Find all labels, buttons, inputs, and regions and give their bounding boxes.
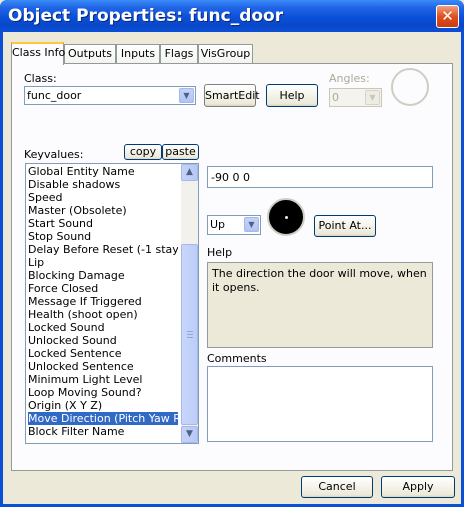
tab-inputs[interactable]: Inputs	[116, 44, 160, 64]
grip-line	[187, 337, 193, 338]
list-item-selected[interactable]: Move Direction (Pitch Yaw Roll)	[28, 412, 178, 425]
list-item[interactable]: Unlocked Sentence	[28, 360, 178, 373]
class-value: func_door	[27, 89, 82, 102]
angles-dial[interactable]	[391, 68, 429, 106]
scrollbar-thumb[interactable]	[181, 244, 198, 425]
list-item[interactable]: Speed	[28, 191, 178, 204]
value-field-text: -90 0 0	[211, 171, 250, 184]
object-properties-window: Object Properties: func_door ✕ Class Inf…	[0, 0, 464, 507]
title-bar[interactable]: Object Properties: func_door ✕	[0, 0, 464, 32]
angles-value: 0	[332, 91, 339, 104]
direction-dial[interactable]	[267, 198, 305, 236]
list-item[interactable]: Locked Sentence	[28, 347, 178, 360]
keyvalues-scrollbar[interactable]: ▲ ▼	[181, 164, 198, 443]
help-button[interactable]: Help	[266, 84, 318, 107]
tab-class-info[interactable]: Class Info	[11, 42, 65, 65]
cancel-button[interactable]: Cancel	[301, 476, 373, 498]
chevron-up-icon[interactable]: ▲	[181, 164, 198, 181]
list-item[interactable]: Global Entity Name	[28, 165, 178, 178]
keyvalues-label: Keyvalues:	[24, 148, 84, 161]
point-at-button[interactable]: Point At...	[314, 215, 376, 237]
dialog-client-area: Class Info Outputs Inputs Flags VisGroup…	[3, 32, 461, 504]
class-info-panel: Class: func_door ▼ SmartEdit Help Angles…	[11, 63, 453, 471]
chevron-down-icon[interactable]: ▼	[244, 217, 259, 232]
list-item[interactable]: Disable shadows	[28, 178, 178, 191]
paste-button[interactable]: paste	[162, 144, 199, 160]
list-item[interactable]: Master (Obsolete)	[28, 204, 178, 217]
help-text: The direction the door will move, when i…	[212, 267, 427, 294]
value-field[interactable]: -90 0 0	[207, 166, 433, 188]
smartedit-button[interactable]: SmartEdit	[204, 84, 260, 107]
dial-center-dot	[285, 216, 288, 219]
keyvalues-list[interactable]: Global Entity Name Disable shadows Speed…	[25, 163, 199, 444]
comments-field[interactable]	[207, 366, 433, 442]
help-text-box: The direction the door will move, when i…	[207, 262, 433, 348]
class-dropdown[interactable]: func_door ▼	[24, 86, 196, 105]
list-item[interactable]: Delay Before Reset (-1 stay)	[28, 243, 178, 256]
list-item[interactable]: Unlocked Sound	[28, 334, 178, 347]
close-icon: ✕	[441, 7, 454, 25]
list-item[interactable]: Force Closed	[28, 282, 178, 295]
direction-value: Up	[210, 218, 226, 231]
window-title: Object Properties: func_door	[8, 6, 284, 26]
list-item[interactable]: Minimum Light Level	[28, 373, 178, 386]
tab-visgroup[interactable]: VisGroup	[198, 44, 253, 64]
list-item[interactable]: Lip	[28, 256, 178, 269]
chevron-down-icon[interactable]: ▼	[179, 88, 194, 103]
grip-line	[187, 331, 193, 332]
angles-dropdown[interactable]: 0 ▼	[329, 88, 382, 107]
apply-button[interactable]: Apply	[381, 476, 455, 498]
direction-dropdown[interactable]: Up ▼	[207, 215, 261, 235]
list-item[interactable]: Health (shoot open)	[28, 308, 178, 321]
angles-label: Angles:	[329, 72, 370, 85]
copy-button[interactable]: copy	[124, 144, 162, 160]
chevron-down-icon[interactable]: ▼	[365, 90, 380, 105]
close-button[interactable]: ✕	[436, 5, 459, 28]
list-item[interactable]: Locked Sound	[28, 321, 178, 334]
chevron-down-icon[interactable]: ▼	[181, 426, 198, 443]
class-label: Class:	[24, 72, 57, 85]
list-item[interactable]: Loop Moving Sound?	[28, 386, 178, 399]
grip-line	[187, 334, 193, 335]
list-item[interactable]: Block Filter Name	[28, 425, 178, 438]
list-item[interactable]: Origin (X Y Z)	[28, 399, 178, 412]
tab-flags[interactable]: Flags	[160, 44, 198, 64]
tab-outputs[interactable]: Outputs	[64, 44, 116, 64]
list-item[interactable]: Start Sound	[28, 217, 178, 230]
list-item[interactable]: Blocking Damage	[28, 269, 178, 282]
help-label: Help	[207, 246, 233, 259]
comments-label: Comments	[207, 352, 267, 365]
list-item[interactable]: Stop Sound	[28, 230, 178, 243]
list-item[interactable]: Message If Triggered	[28, 295, 178, 308]
